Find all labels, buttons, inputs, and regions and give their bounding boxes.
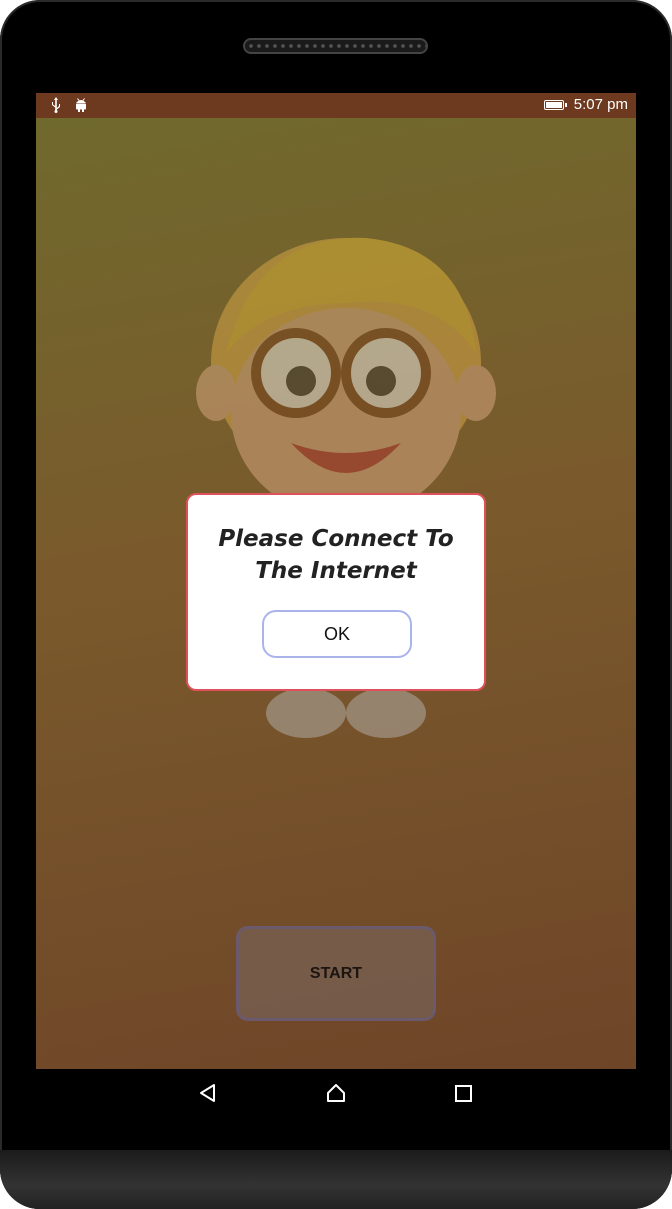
screen: 5:07 pm Please Connect To The Internet O… <box>36 93 636 1069</box>
navigation-bar <box>0 1069 672 1119</box>
device-frame: 5:07 pm Please Connect To The Internet O… <box>0 0 672 1209</box>
battery-icon <box>543 99 567 110</box>
start-button[interactable]: START <box>236 926 436 1021</box>
dialog-message-line2: The Internet <box>255 558 417 584</box>
no-internet-dialog: Please Connect To The Internet OK <box>186 493 486 691</box>
speaker-grille <box>243 38 428 54</box>
back-icon[interactable] <box>198 1083 218 1107</box>
home-icon[interactable] <box>326 1083 346 1107</box>
dialog-message: Please Connect To The Internet <box>188 523 484 587</box>
android-debug-icon <box>74 97 88 117</box>
dialog-message-line1: Please Connect To <box>218 526 454 552</box>
ok-button[interactable]: OK <box>262 610 412 658</box>
usb-icon <box>50 97 62 117</box>
status-bar: 5:07 pm <box>36 93 636 118</box>
status-time: 5:07 pm <box>573 96 628 113</box>
device-chin <box>0 1150 672 1209</box>
recents-icon[interactable] <box>455 1085 472 1102</box>
